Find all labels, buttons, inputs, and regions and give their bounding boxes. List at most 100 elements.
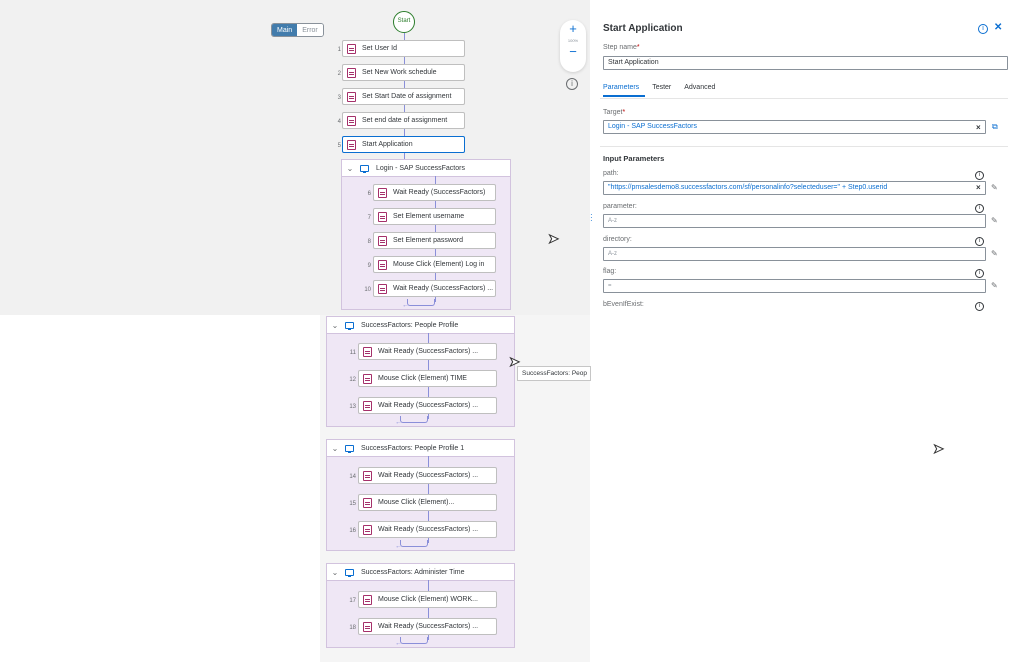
flow-step[interactable]: Set User Id [342, 40, 465, 57]
tab-main[interactable]: Main [272, 24, 298, 36]
step-number: 18 [349, 625, 356, 631]
step-label: Start Application [362, 141, 413, 148]
tab-tester[interactable]: Tester [652, 84, 671, 91]
flow-step[interactable]: Set end date of assignment [342, 112, 465, 129]
group-header[interactable]: ⌄ Login - SAP SuccessFactors [342, 160, 510, 177]
flow-step[interactable]: Mouse Click (Element) TIME [358, 370, 497, 387]
mouse-cursor-icon: ➤ [933, 441, 945, 457]
edit-expression-icon[interactable]: ✎ [991, 249, 998, 258]
flow-step[interactable]: Wait Ready (SuccessFactors) ... [373, 280, 496, 297]
loop-connector [400, 416, 428, 423]
flow-step[interactable]: Mouse Click (Element) WORK... [358, 591, 497, 608]
monitor-icon [345, 321, 354, 330]
tab-advanced[interactable]: Advanced [684, 84, 715, 91]
clipboard-icon [378, 283, 387, 294]
edit-expression-icon[interactable]: ✎ [991, 216, 998, 225]
step-number: 12 [349, 377, 356, 383]
clipboard-icon [347, 43, 356, 54]
param-field[interactable]: = [603, 279, 986, 293]
param-label: flag: [603, 268, 617, 275]
flow-step[interactable]: Wait Ready (SuccessFactors) [373, 184, 496, 201]
panel-info-icon[interactable]: i [978, 24, 988, 34]
tab-error[interactable]: Error [297, 24, 323, 36]
group-header[interactable]: ⌄ SuccessFactors: Administer Time [327, 564, 514, 581]
zoom-in-button[interactable]: + [560, 20, 586, 38]
target-label: Target* [603, 109, 626, 116]
step-label: Set Element password [393, 237, 464, 244]
info-icon[interactable]: i [975, 204, 984, 213]
panel-tabs: Parameters Tester Advanced [603, 84, 715, 91]
group-header[interactable]: ⌄ SuccessFactors: People Profile 1 [327, 440, 514, 457]
chevron-down-icon[interactable]: ⌄ [342, 164, 358, 173]
panel-resize-handle[interactable]: · · · [590, 211, 593, 225]
info-icon[interactable]: i [975, 269, 984, 278]
param-label: bEvenIfExist: [603, 301, 644, 308]
group-tooltip: SuccessFactors: Peop [517, 366, 591, 381]
step-number: 8 [367, 239, 371, 245]
clipboard-icon [347, 139, 356, 150]
info-icon[interactable]: i [975, 171, 984, 180]
arrow-left-icon: ← [402, 302, 409, 309]
param-field[interactable]: "https://pmsalesdemo8.successfactors.com… [603, 181, 986, 195]
chevron-down-icon[interactable]: ⌄ [327, 568, 343, 577]
param-label: parameter: [603, 203, 637, 210]
monitor-icon [345, 444, 354, 453]
open-target-icon[interactable]: ⧉ [992, 122, 998, 132]
flow-mode-toggle[interactable]: Main Error [271, 23, 324, 37]
step-label: Mouse Click (Element)... [378, 499, 455, 506]
chevron-down-icon[interactable]: ⌄ [327, 444, 343, 453]
edit-expression-icon[interactable]: ✎ [991, 183, 998, 192]
step-number: 14 [349, 474, 356, 480]
group-title: Login - SAP SuccessFactors [376, 164, 465, 172]
flow-step[interactable]: Set New Work schedule [342, 64, 465, 81]
flow-step[interactable]: Wait Ready (SuccessFactors) ... [358, 397, 497, 414]
clipboard-icon [363, 346, 372, 357]
flow-step[interactable]: Wait Ready (SuccessFactors) ... [358, 521, 497, 538]
flow-step[interactable]: Mouse Click (Element)... [358, 494, 497, 511]
flow-step[interactable]: Wait Ready (SuccessFactors) ... [358, 467, 497, 484]
step-number: 3 [337, 95, 341, 101]
flow-step[interactable]: Set Start Date of assignment [342, 88, 465, 105]
clipboard-icon [378, 211, 387, 222]
step-number: 16 [349, 528, 356, 534]
flow-step[interactable]: Wait Ready (SuccessFactors) ... [358, 343, 497, 360]
monitor-icon [360, 164, 369, 173]
step-number: 17 [349, 598, 356, 604]
step-number: 6 [367, 191, 371, 197]
zoom-control: + 100% − [560, 20, 586, 72]
target-field[interactable]: Login - SAP SuccessFactors [603, 120, 986, 134]
clear-target-icon[interactable]: × [976, 123, 981, 132]
clipboard-icon [363, 373, 372, 384]
canvas-info-icon[interactable]: i [566, 78, 578, 90]
step-label: Mouse Click (Element) WORK... [378, 596, 478, 603]
flow-step[interactable]: Mouse Click (Element) Log in [373, 256, 496, 273]
step-number: 13 [349, 404, 356, 410]
flow-step[interactable]: Start Application [342, 136, 465, 153]
group-title: SuccessFactors: People Profile [361, 321, 459, 329]
clear-path-icon[interactable]: × [976, 183, 981, 192]
param-label: directory: [603, 236, 632, 243]
tab-parameters[interactable]: Parameters [603, 84, 639, 91]
step-name-field[interactable]: Start Application [603, 56, 1008, 70]
step-number: 11 [349, 350, 356, 356]
clipboard-icon [363, 400, 372, 411]
flow-step[interactable]: Set Element username [373, 208, 496, 225]
close-icon[interactable]: ✕ [994, 22, 1002, 33]
step-number: 5 [337, 143, 341, 149]
param-field[interactable]: A-z [603, 214, 986, 228]
param-field[interactable]: A-z [603, 247, 986, 261]
flow-step[interactable]: Wait Ready (SuccessFactors) ... [358, 618, 497, 635]
step-label: Set Start Date of assignment [362, 93, 452, 100]
chevron-down-icon[interactable]: ⌄ [327, 321, 343, 330]
info-icon[interactable]: i [975, 237, 984, 246]
group-header[interactable]: ⌄ SuccessFactors: People Profile [327, 317, 514, 334]
clipboard-icon [347, 91, 356, 102]
panel-title: Start Application [603, 23, 683, 34]
step-label: Set end date of assignment [362, 117, 448, 124]
step-number: 10 [364, 287, 371, 293]
info-icon[interactable]: i [975, 302, 984, 311]
zoom-out-button[interactable]: − [560, 44, 586, 60]
mouse-cursor-icon: ➤ [509, 354, 521, 370]
flow-step[interactable]: Set Element password [373, 232, 496, 249]
edit-expression-icon[interactable]: ✎ [991, 281, 998, 290]
